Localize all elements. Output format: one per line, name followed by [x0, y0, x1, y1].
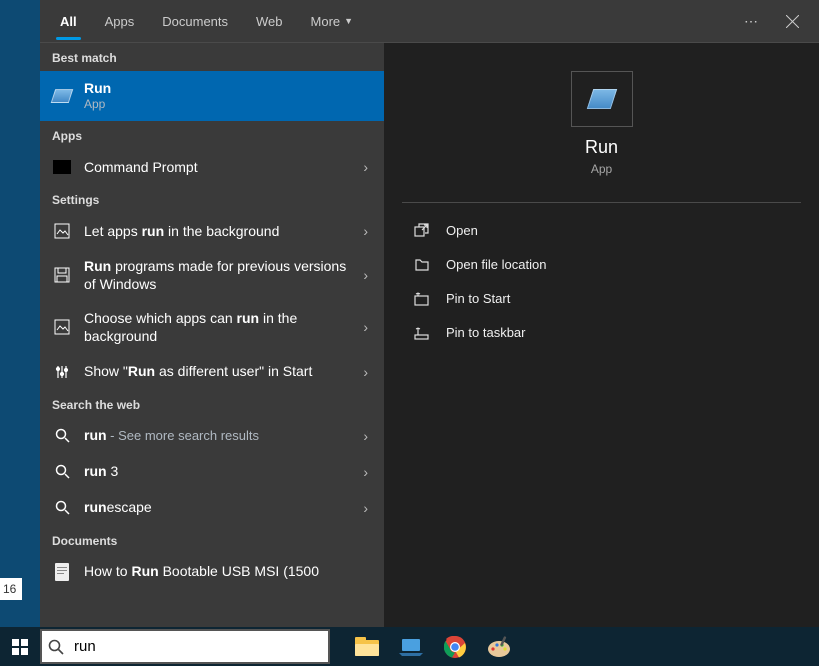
search-icon — [52, 462, 72, 482]
result-setting-compat[interactable]: Run programs made for previous versions … — [40, 249, 384, 301]
chevron-right-icon: › — [359, 464, 372, 480]
chevron-right-icon: › — [359, 319, 372, 335]
tab-apps[interactable]: Apps — [91, 0, 149, 42]
chevron-right-icon: › — [359, 500, 372, 516]
result-command-prompt[interactable]: Command Prompt › — [40, 149, 384, 185]
image-square-icon — [52, 221, 72, 241]
chevron-down-icon: ▼ — [344, 16, 353, 26]
tab-web[interactable]: Web — [242, 0, 297, 42]
tab-more[interactable]: More▼ — [297, 0, 368, 42]
tab-all[interactable]: All — [46, 0, 91, 42]
result-web-run3[interactable]: run 3 › — [40, 454, 384, 490]
search-input[interactable] — [74, 638, 322, 655]
chevron-right-icon: › — [359, 428, 372, 444]
paint-icon[interactable] — [486, 634, 512, 660]
chevron-right-icon: › — [359, 267, 372, 283]
pin-start-icon — [412, 289, 430, 307]
section-documents: Documents — [40, 526, 384, 554]
result-run-app[interactable]: Run App — [40, 71, 384, 121]
action-open[interactable]: Open — [402, 213, 801, 247]
taskbar — [0, 627, 819, 666]
search-icon — [48, 639, 64, 655]
chevron-right-icon: › — [359, 159, 372, 175]
section-web: Search the web — [40, 390, 384, 418]
run-icon — [52, 86, 72, 106]
chrome-icon[interactable] — [442, 634, 468, 660]
section-apps: Apps — [40, 121, 384, 149]
taskbar-search[interactable] — [40, 629, 330, 664]
action-pin-start[interactable]: Pin to Start — [402, 281, 801, 315]
result-web-run[interactable]: run - See more search results › — [40, 418, 384, 454]
filter-tabs: All Apps Documents Web More▼ ⋯ — [40, 0, 819, 42]
floppy-icon — [52, 265, 72, 285]
image-square-icon — [52, 317, 72, 337]
terminal-icon — [52, 157, 72, 177]
result-setting-bgapps[interactable]: Let apps run in the background › — [40, 213, 384, 249]
open-icon — [412, 221, 430, 239]
folder-icon — [412, 255, 430, 273]
chevron-right-icon: › — [359, 364, 372, 380]
preview-title: Run — [402, 137, 801, 158]
more-options-button[interactable]: ⋯ — [730, 13, 772, 30]
result-web-runescape[interactable]: runescape › — [40, 490, 384, 526]
action-open-location[interactable]: Open file location — [402, 247, 801, 281]
close-button[interactable] — [772, 15, 813, 28]
result-doc-howto[interactable]: How to Run Bootable USB MSI (1500 — [40, 554, 384, 590]
search-results-panel: All Apps Documents Web More▼ ⋯ Best matc… — [40, 0, 819, 627]
partial-window-edge: 16 — [0, 578, 22, 600]
preview-type: App — [402, 162, 801, 176]
result-setting-choose-bg[interactable]: Choose which apps can run in the backgro… — [40, 301, 384, 353]
results-list: Best match Run App Apps Command Prompt ›… — [40, 43, 384, 627]
preview-pane: Run App Open Open file location Pin to S… — [384, 43, 819, 627]
divider — [402, 202, 801, 203]
preview-icon — [571, 71, 633, 127]
section-settings: Settings — [40, 185, 384, 213]
document-icon — [52, 562, 72, 582]
file-explorer-icon[interactable] — [354, 634, 380, 660]
search-icon — [52, 426, 72, 446]
result-setting-runas[interactable]: Show "Run as different user" in Start › — [40, 354, 384, 390]
action-pin-taskbar[interactable]: Pin to taskbar — [402, 315, 801, 349]
sliders-icon — [52, 362, 72, 382]
tab-documents[interactable]: Documents — [148, 0, 242, 42]
start-button[interactable] — [0, 627, 40, 666]
search-icon — [52, 498, 72, 518]
section-best-match: Best match — [40, 43, 384, 71]
chevron-right-icon: › — [359, 223, 372, 239]
pin-taskbar-icon — [412, 323, 430, 341]
laptop-icon[interactable] — [398, 634, 424, 660]
